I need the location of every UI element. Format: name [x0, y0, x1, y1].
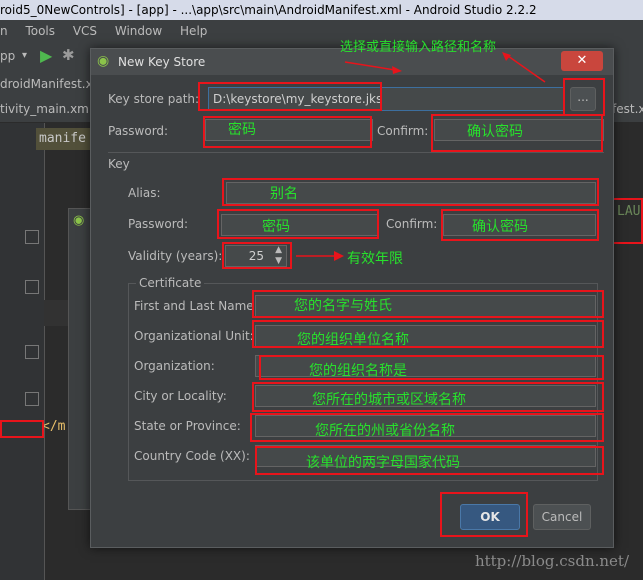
annotation-country: 该单位的两字母国家代码: [306, 455, 460, 471]
annotation-validity: 有效年限: [347, 251, 403, 267]
annotation-alias: 别名: [270, 186, 298, 202]
annotation-org-unit: 您的组织单位名称: [297, 332, 409, 348]
annotation-box-browse: [563, 78, 605, 116]
arrow-line: [344, 61, 396, 71]
annotation-box-path: [198, 82, 382, 111]
annotation-key-password: 密码: [262, 219, 290, 235]
annotation-first-last: 您的名字与姓氏: [294, 298, 392, 314]
annotation-organization: 您的组织名称是: [309, 363, 407, 379]
watermark: http://blog.csdn.net/: [474, 552, 629, 570]
annotation-state: 您所在的州或省份名称: [315, 423, 455, 439]
annotation-key-confirm: 确认密码: [472, 219, 528, 235]
annotation-confirm: 确认密码: [467, 124, 523, 140]
annotation-box-ok: [440, 492, 528, 537]
arrow-head: [502, 52, 511, 61]
arrow-line: [507, 55, 546, 83]
annotation-box-validity: [222, 242, 292, 269]
annotation-city: 您所在的城市或区域名称: [312, 392, 466, 408]
annotation-box-key-password: [217, 209, 379, 239]
arrow-head: [334, 251, 344, 261]
annotation-password: 密码: [228, 122, 256, 138]
arrow-head: [392, 66, 402, 74]
